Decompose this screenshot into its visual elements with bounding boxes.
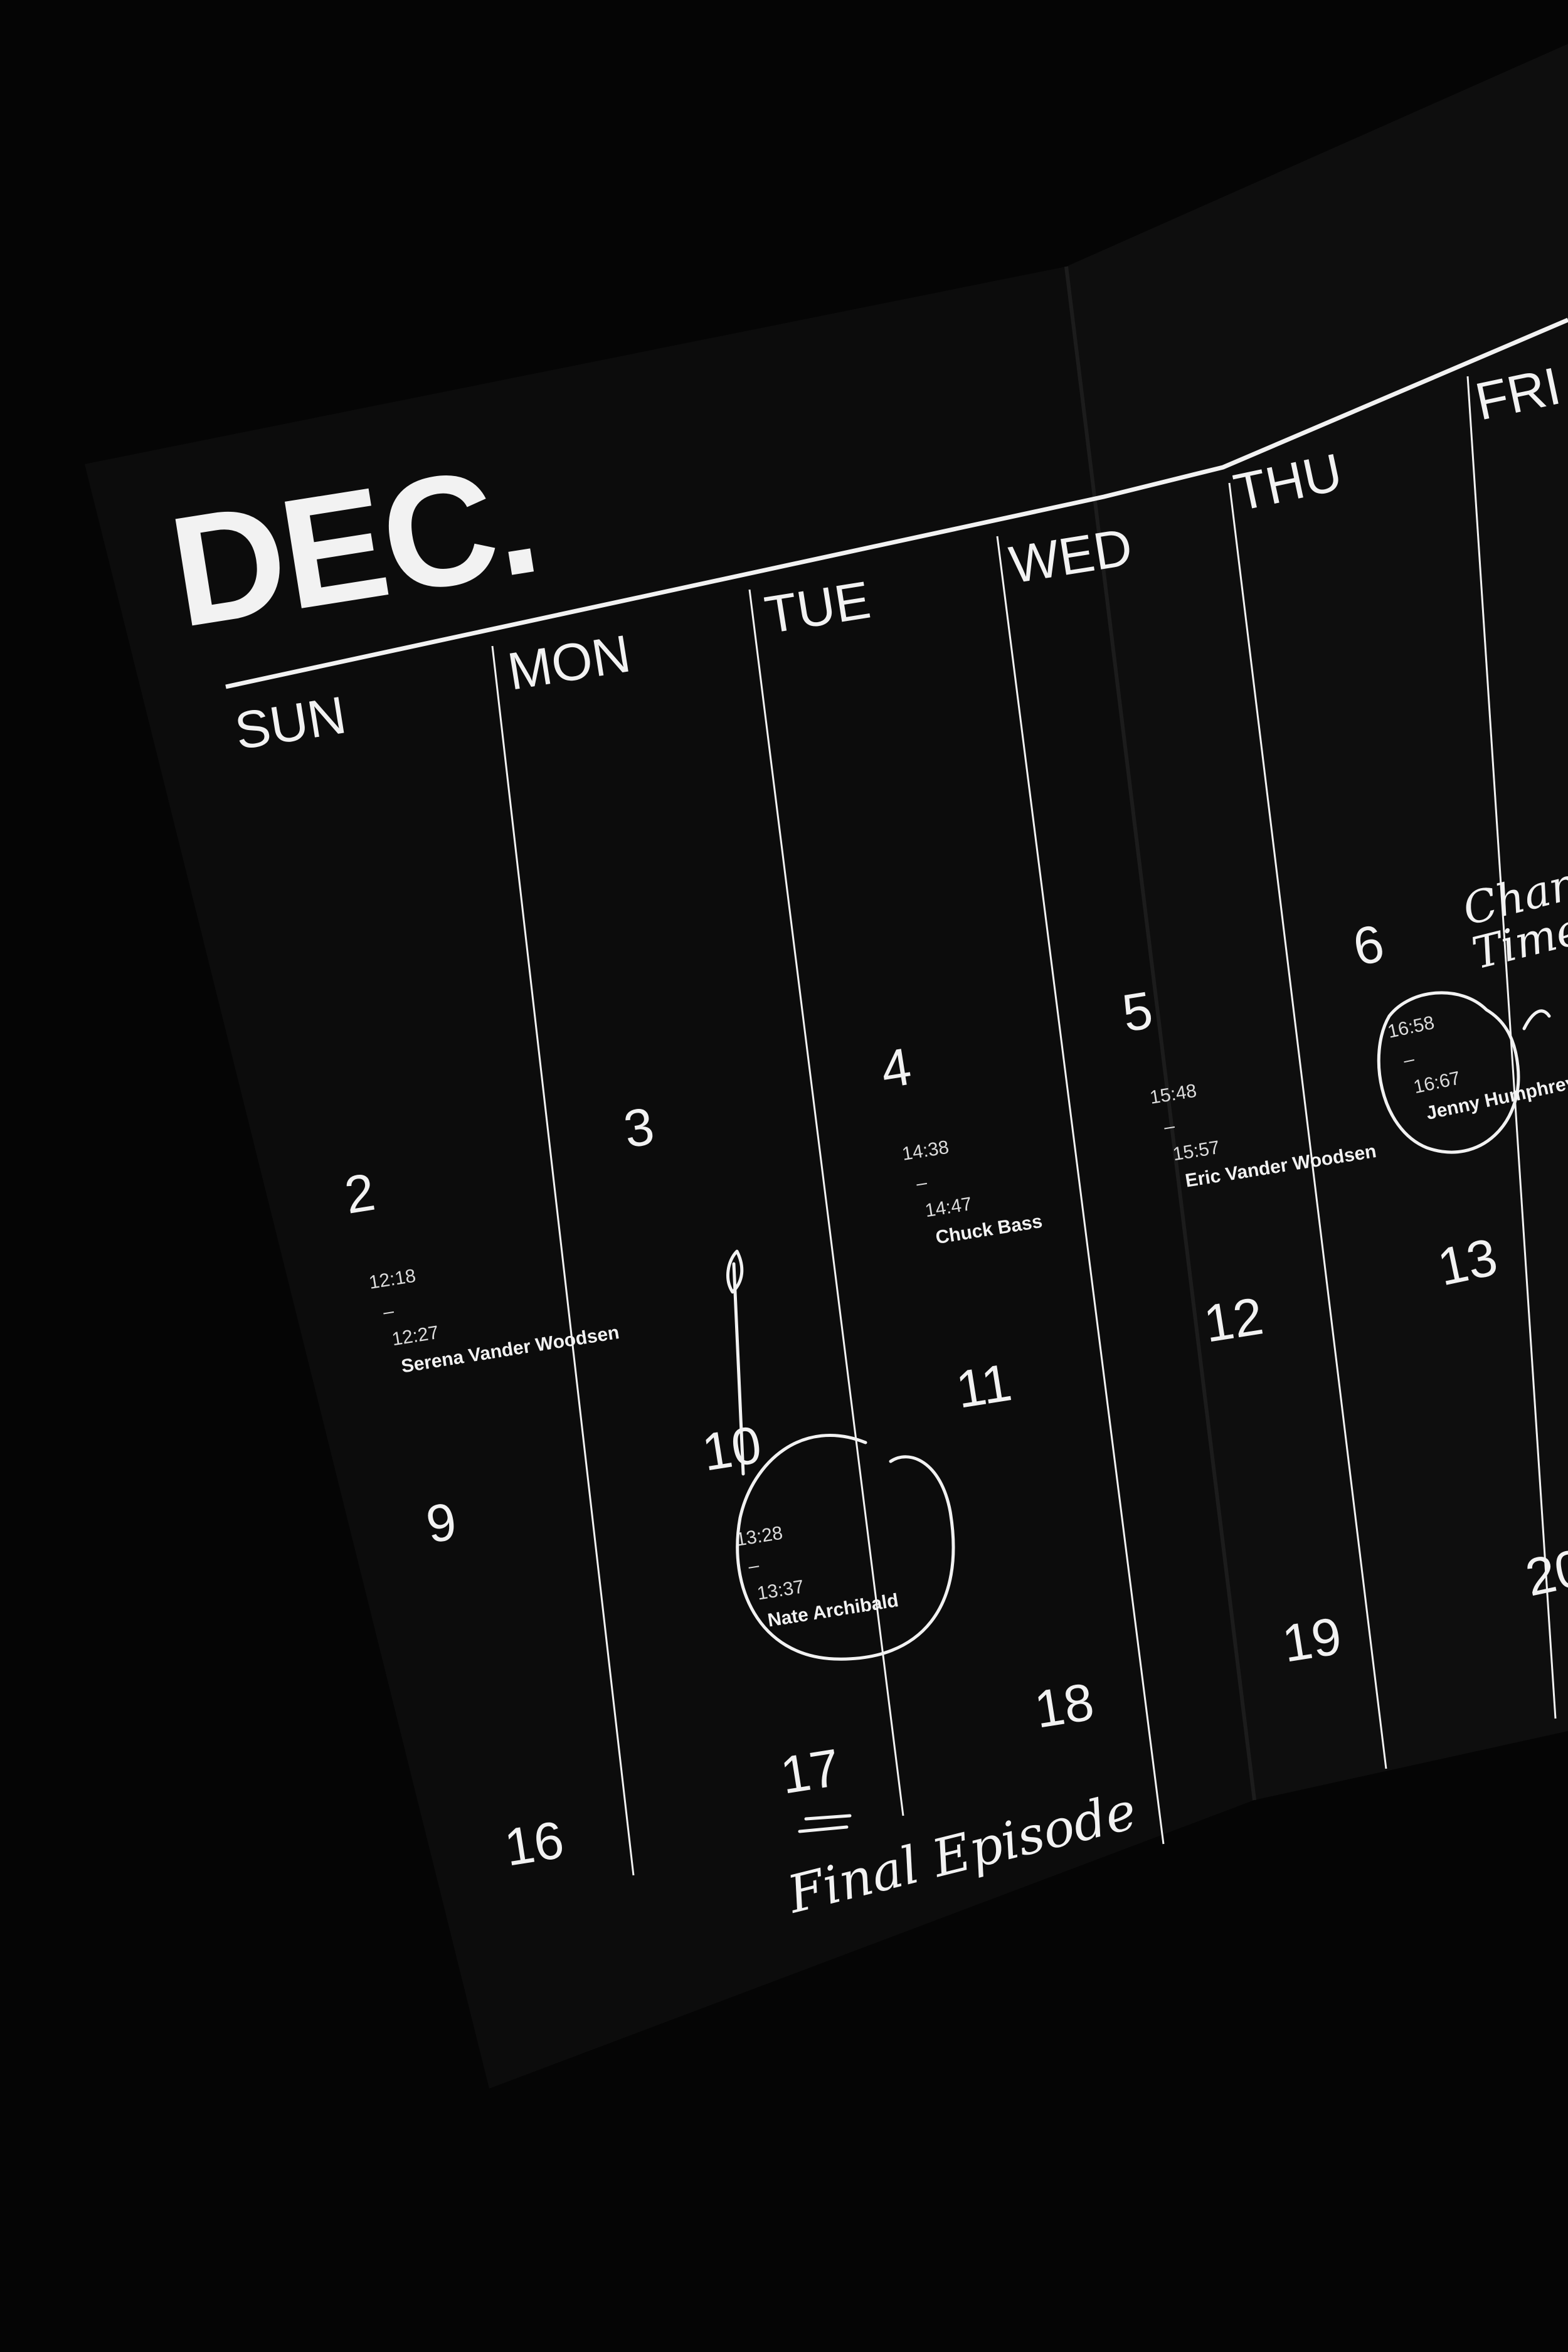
date-12: 12	[1200, 1286, 1267, 1353]
date-10: 10	[698, 1414, 765, 1481]
date-13: 13	[1433, 1227, 1502, 1296]
date-19: 19	[1278, 1606, 1345, 1673]
date-18: 18	[1030, 1671, 1098, 1739]
date-16: 16	[501, 1809, 568, 1877]
date-17: 17	[776, 1737, 844, 1804]
calendar-photo: DEC. SUN MON TUE WED THU FRI 2 3 4 5 6 9…	[0, 0, 1568, 2352]
date-11: 11	[952, 1352, 1015, 1419]
